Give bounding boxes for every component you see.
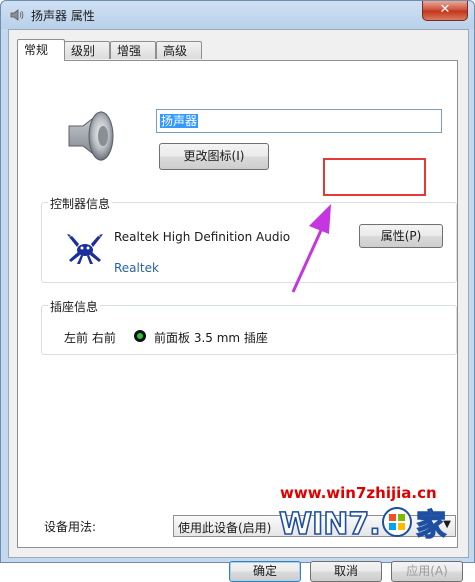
vendor-link[interactable]: Realtek (114, 261, 159, 275)
jack-color-icon (134, 330, 146, 342)
jack-description: 前面板 3.5 mm 插座 (154, 331, 268, 345)
device-usage-label: 设备用法: (44, 520, 97, 534)
watermark-logo-suffix: 家 (416, 508, 446, 543)
close-icon: ✕ (439, 2, 451, 17)
tab-advanced[interactable]: 高级 (156, 41, 202, 59)
annotation-arrow (291, 204, 331, 293)
device-name-input[interactable]: 扬声器 (156, 109, 442, 133)
watermark-logo-text: WIN7. (279, 507, 381, 542)
dialog-client-area: 常规 级别 增强 高级 扬声器 更改图标(I) 控制器信息 Realtek Hi… (8, 29, 469, 582)
change-icon-button[interactable]: 更改图标(I) (159, 143, 269, 170)
tab-enhancements[interactable]: 增强 (110, 41, 156, 59)
jack-group-title: 插座信息 (48, 298, 101, 315)
general-tab-panel: 扬声器 更改图标(I) 控制器信息 Realtek High Definitio… (17, 60, 458, 548)
speaker-icon (10, 9, 24, 21)
controller-group-title: 控制器信息 (48, 195, 113, 212)
win7-watermark-logo: WIN7. 家 (278, 506, 447, 543)
realtek-crab-icon (67, 234, 103, 264)
ok-button[interactable]: 确定 (229, 561, 301, 582)
speaker-device-icon (68, 110, 114, 162)
highlight-box (323, 158, 426, 196)
title-bar[interactable]: 扬声器 属性 ✕ (1, 1, 474, 29)
controller-info-group: 控制器信息 Realtek High Definition Audio Real… (41, 195, 457, 283)
close-button[interactable]: ✕ (422, 1, 468, 21)
tab-levels[interactable]: 级别 (64, 41, 110, 59)
device-name-value: 扬声器 (160, 114, 199, 128)
window-title: 扬声器 属性 (31, 9, 95, 23)
controller-device-name: Realtek High Definition Audio (114, 230, 291, 244)
controller-properties-button[interactable]: 属性(P) (359, 224, 443, 248)
cancel-button[interactable]: 取消 (310, 561, 382, 582)
apply-button[interactable]: 应用(A) (391, 561, 463, 582)
jack-info-group: 插座信息 左前 右前 前面板 3.5 mm 插座 (41, 298, 457, 355)
jack-channels: 左前 右前 (64, 331, 116, 345)
watermark-url: www.win7zhijia.cn (280, 484, 437, 502)
device-usage-value: 使用此设备(启用) (178, 521, 272, 535)
properties-window: 扬声器 属性 ✕ 常规 级别 增强 高级 扬声器 更改图标(I) 控制器信息 R… (0, 0, 475, 582)
tab-general[interactable]: 常规 (17, 39, 65, 61)
